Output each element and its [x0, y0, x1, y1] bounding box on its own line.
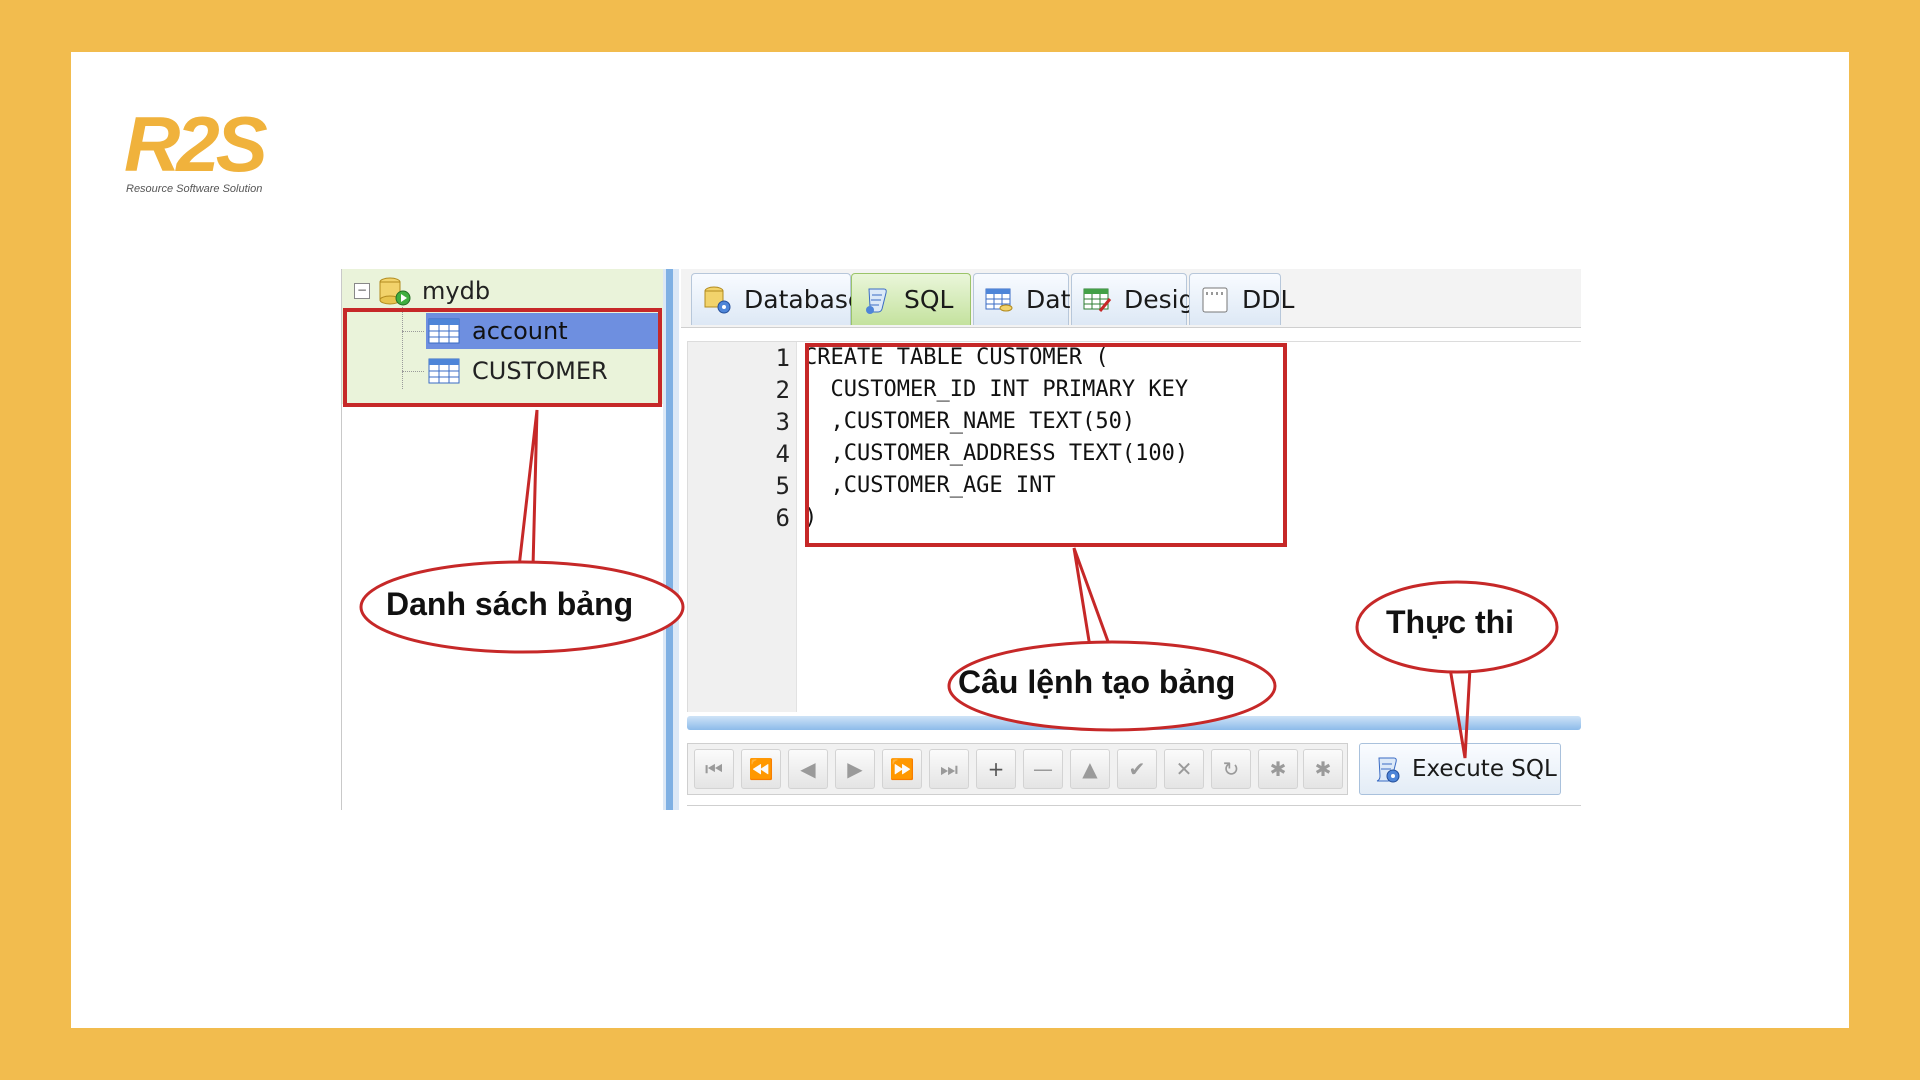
post-edit-button[interactable]: ✔ [1117, 749, 1157, 789]
execute-callout-text: Thực thi [1386, 604, 1515, 640]
first-record-button[interactable]: ⏮ [694, 749, 734, 789]
line-number: 4 [775, 440, 790, 468]
tab-data[interactable]: Data [973, 273, 1086, 325]
table-tree-panel: − mydb account CUSTOMER [341, 269, 665, 810]
data-grid-icon [985, 288, 1013, 311]
r2s-logo: R2S Resource Software Solution [124, 105, 284, 200]
database-gear-icon [704, 286, 731, 313]
next-page-button[interactable]: ⏩ [882, 749, 922, 789]
last-record-button[interactable]: ⏭ [929, 749, 969, 789]
cancel-edit-button[interactable]: ✕ [1164, 749, 1204, 789]
tree-item-account[interactable]: account [426, 313, 660, 349]
tab-design[interactable]: Design [1071, 273, 1210, 325]
line-number: 6 [775, 504, 790, 532]
line-number: 3 [775, 408, 790, 436]
code-line[interactable]: CUSTOMER_ID INT PRIMARY KEY [804, 374, 1188, 406]
sql-panel: Database SQL Data Design DDL 1 2 3 4 5 6… [681, 269, 1581, 810]
apply-button[interactable]: ✱ [1258, 749, 1298, 789]
tree-item-label: CUSTOMER [472, 357, 608, 385]
execute-sql-label: Execute SQL [1412, 756, 1557, 782]
line-number: 1 [775, 344, 790, 372]
tab-label: SQL [904, 285, 954, 314]
sql-editor[interactable]: 1 2 3 4 5 6 CREATE TABLE CUSTOMER ( CUST… [687, 341, 1581, 712]
navigation-toolbar: ⏮ ⏪ ◀ ▶ ⏩ ⏭ + — ▲ ✔ ✕ ↻ ✱ ✱ [687, 743, 1348, 795]
ddl-document-icon [1202, 287, 1228, 312]
tables-callout-text: Danh sách bảng [386, 586, 634, 622]
logo-tagline: Resource Software Solution [126, 183, 263, 195]
line-number-gutter: 1 2 3 4 5 6 [688, 342, 797, 712]
insert-record-button[interactable]: + [976, 749, 1016, 789]
tab-database[interactable]: Database [691, 273, 863, 325]
design-grid-icon [1083, 288, 1112, 312]
execute-sql-button[interactable]: Execute SQL [1359, 743, 1561, 795]
tree-item-customer[interactable]: CUSTOMER [426, 353, 660, 389]
edit-record-button[interactable]: ▲ [1070, 749, 1110, 789]
database-icon [379, 277, 411, 306]
create-statement-callout-text: Câu lệnh tạo bảng [958, 664, 1236, 700]
horizontal-scrollbar[interactable] [687, 716, 1581, 730]
sql-tool-screenshot: − mydb account CUSTOMER Database SQL Dat… [341, 269, 1581, 810]
table-icon [428, 318, 460, 344]
cancel-updates-button[interactable]: ✱ [1303, 749, 1343, 789]
execute-sql-icon [1376, 757, 1400, 783]
line-number: 5 [775, 472, 790, 500]
code-line[interactable]: ) [804, 502, 817, 534]
table-icon [428, 358, 460, 384]
code-line[interactable]: ,CUSTOMER_NAME TEXT(50) [804, 406, 1135, 438]
code-line[interactable]: ,CUSTOMER_ADDRESS TEXT(100) [804, 438, 1188, 470]
prev-page-button[interactable]: ⏪ [741, 749, 781, 789]
tab-sql[interactable]: SQL [851, 273, 971, 325]
code-line[interactable]: ,CUSTOMER_AGE INT [804, 470, 1055, 502]
tab-ddl[interactable]: DDL [1189, 273, 1294, 325]
logo-mark: R2S [124, 100, 268, 188]
sql-script-icon [866, 288, 887, 314]
tab-strip: Database SQL Data Design DDL [681, 269, 1581, 328]
line-number: 2 [775, 376, 790, 404]
tree-root-label: mydb [422, 277, 491, 305]
tree-item-label: account [472, 317, 568, 345]
collapse-icon[interactable]: − [354, 283, 370, 299]
panel-splitter[interactable] [663, 269, 679, 810]
refresh-button[interactable]: ↻ [1211, 749, 1251, 789]
tree-node-mydb[interactable]: − mydb [354, 273, 490, 309]
delete-record-button[interactable]: — [1023, 749, 1063, 789]
tab-label: Database [744, 285, 864, 314]
code-line[interactable]: CREATE TABLE CUSTOMER ( [804, 342, 1109, 374]
prev-record-button[interactable]: ◀ [788, 749, 828, 789]
next-record-button[interactable]: ▶ [835, 749, 875, 789]
tab-label: DDL [1242, 285, 1295, 314]
